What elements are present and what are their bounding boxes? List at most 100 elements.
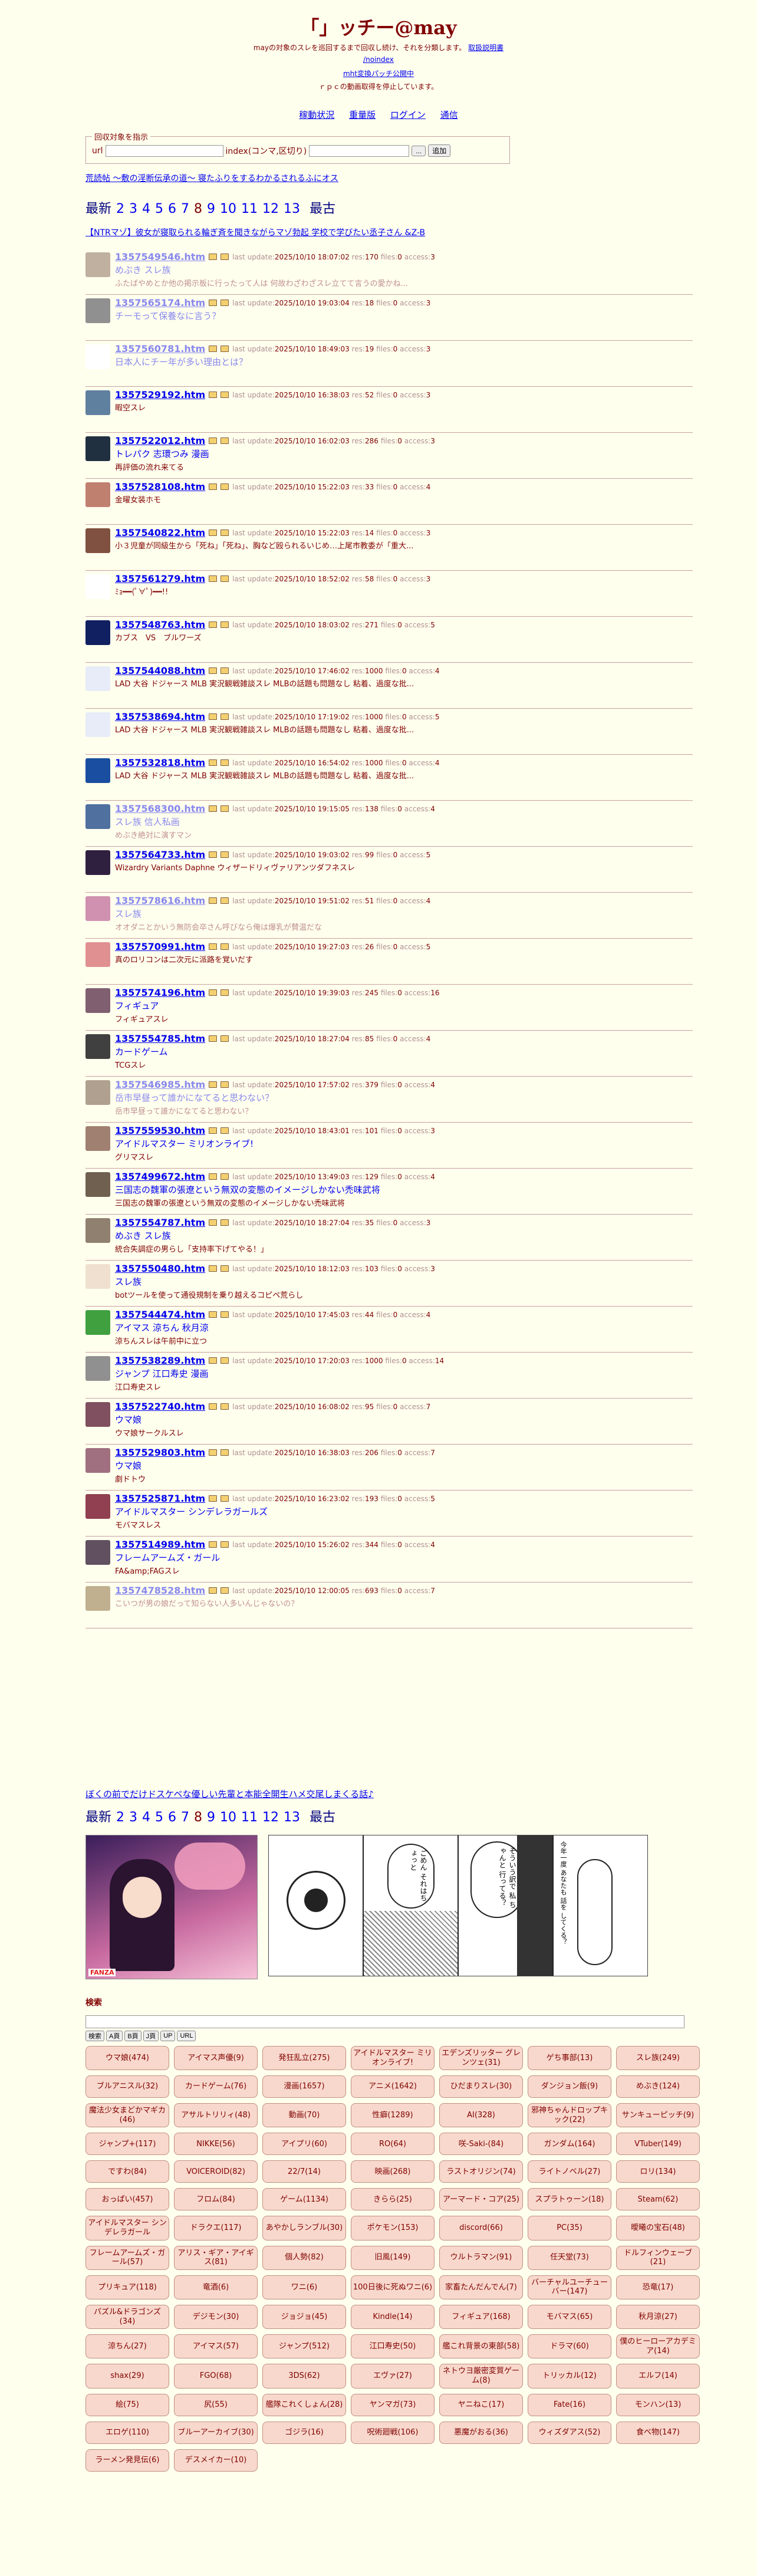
folder-icon[interactable] — [220, 1357, 229, 1364]
tag-button[interactable]: あやかしランブル(30) — [262, 2216, 346, 2241]
tag-button[interactable]: ラストオリジン(74) — [439, 2160, 523, 2183]
pager-oldest[interactable]: 最古 — [310, 1810, 335, 1825]
tag-button[interactable]: ゴジラ(16) — [262, 2421, 346, 2444]
folder-icon[interactable] — [220, 1219, 229, 1226]
tag-button[interactable]: ブルアニスル(32) — [85, 2075, 169, 2098]
thread-link[interactable]: 1357568300.htm — [115, 803, 205, 814]
tag-button[interactable]: 発狂乱立(275) — [262, 2046, 346, 2071]
tag-button[interactable]: エロゲ(110) — [85, 2421, 169, 2444]
tag-button[interactable]: 咲-Saki-(84) — [439, 2133, 523, 2156]
footer-link[interactable]: ぼくの前でだけドスケベな優しい先輩と本能全開生ハメ交尾しまくる話♪ — [85, 1788, 374, 1800]
thread-link[interactable]: 1357554787.htm — [115, 1217, 205, 1228]
folder-icon[interactable] — [220, 575, 229, 582]
thread-link[interactable]: 1357564733.htm — [115, 849, 205, 860]
add-button[interactable]: 追加 — [428, 144, 451, 157]
tag-button[interactable]: Fate(16) — [528, 2393, 611, 2416]
search-button[interactable]: B頁 — [124, 2031, 141, 2041]
tag-button[interactable]: ネトウヨ厳密変質ゲーム(8) — [439, 2364, 523, 2389]
pager-page[interactable]: 12 — [262, 1810, 279, 1825]
tag-button[interactable]: アイマス声優(9) — [174, 2046, 258, 2071]
tag-button[interactable]: スレ族(249) — [616, 2046, 700, 2071]
thread-link[interactable]: 1357528108.htm — [115, 481, 205, 492]
thread-link[interactable]: 1357529192.htm — [115, 389, 205, 400]
thread-link[interactable]: 1357538694.htm — [115, 711, 205, 722]
pager-page[interactable]: 10 — [220, 202, 236, 216]
thread-link[interactable]: 1357522740.htm — [115, 1401, 205, 1412]
pager-page[interactable]: 3 — [129, 1810, 137, 1825]
tag-button[interactable]: 恐竜(17) — [616, 2275, 700, 2299]
thread-title[interactable]: フレームアームズ・ガール — [115, 1551, 693, 1564]
folder-icon[interactable] — [220, 392, 229, 398]
thread-thumbnail[interactable] — [85, 1448, 110, 1473]
thread-title[interactable]: スレ族 — [115, 1275, 693, 1288]
tag-button[interactable]: ジャンプ+(117) — [85, 2133, 169, 2156]
tag-button[interactable]: ですわ(84) — [85, 2160, 169, 2183]
tag-button[interactable]: トリッカル(12) — [528, 2364, 611, 2389]
tag-button[interactable]: スプラトゥーン(18) — [528, 2188, 611, 2211]
thread-title[interactable]: アイドルマスター シンデレラガールズ — [115, 1505, 693, 1518]
thread-thumbnail[interactable] — [85, 298, 110, 323]
ad-banner-manga[interactable]: ごめん それはちょっと そういう訳で 私 ちゃんと 行ってる？ 今年一度 あなた… — [268, 1835, 648, 1976]
thread-thumbnail[interactable] — [85, 896, 110, 921]
noindex-link[interactable]: /noindex — [363, 55, 394, 64]
tag-button[interactable]: 任天堂(73) — [528, 2245, 611, 2270]
tag-button[interactable]: FGO(68) — [174, 2364, 258, 2389]
folder-icon[interactable] — [220, 346, 229, 352]
folder-icon[interactable] — [220, 529, 229, 536]
thread-thumbnail[interactable] — [85, 1034, 110, 1059]
tag-button[interactable]: ドラクエ(117) — [174, 2216, 258, 2241]
thread-title[interactable]: フィギュア — [115, 999, 693, 1012]
tag-button[interactable]: 100日後に死ぬワニ(6) — [351, 2275, 435, 2299]
tag-button[interactable]: 絵(75) — [85, 2393, 169, 2416]
tag-button[interactable]: 江口寿史(50) — [351, 2334, 435, 2359]
tag-button[interactable]: きらら(25) — [351, 2188, 435, 2211]
tag-button[interactable]: エデンズリッター グレンツェ(31) — [439, 2046, 523, 2071]
thread-thumbnail[interactable] — [85, 1172, 110, 1197]
pager-page[interactable]: 5 — [155, 1810, 163, 1825]
thread-link[interactable]: 1357544474.htm — [115, 1309, 205, 1320]
thread-thumbnail[interactable] — [85, 1586, 110, 1611]
thread-link[interactable]: 1357574196.htm — [115, 987, 205, 998]
tag-button[interactable]: 呪術廻戦(106) — [351, 2421, 435, 2444]
thread-title[interactable]: めぶき スレ族 — [115, 264, 693, 276]
thread-link[interactable]: 1357549546.htm — [115, 251, 205, 262]
tag-button[interactable]: 旧風(149) — [351, 2245, 435, 2270]
tag-button[interactable]: デジモン(30) — [174, 2304, 258, 2330]
tag-button[interactable]: 秋月涼(27) — [616, 2304, 700, 2330]
pager-page[interactable]: 7 — [181, 202, 189, 216]
pager-page[interactable]: 6 — [168, 202, 176, 216]
tag-button[interactable]: フィギュア(168) — [439, 2304, 523, 2330]
folder-icon[interactable] — [220, 1265, 229, 1272]
tag-button[interactable]: 22/7(14) — [262, 2160, 346, 2183]
thread-link[interactable]: 1357550480.htm — [115, 1263, 205, 1274]
pager-page[interactable]: 12 — [262, 202, 279, 216]
thread-link[interactable]: 1357522012.htm — [115, 435, 205, 446]
tag-button[interactable]: デスメイカー(10) — [174, 2449, 258, 2472]
folder-icon[interactable] — [220, 713, 229, 720]
thread-thumbnail[interactable] — [85, 1126, 110, 1151]
tag-button[interactable]: エルフ(14) — [616, 2364, 700, 2389]
thread-link[interactable]: 1357560781.htm — [115, 343, 205, 354]
thread-link[interactable]: 1357499672.htm — [115, 1171, 205, 1182]
thread-link[interactable]: 1357546985.htm — [115, 1079, 205, 1090]
tag-button[interactable]: ゲち事部(13) — [528, 2046, 611, 2071]
tag-button[interactable]: 性癖(1289) — [351, 2103, 435, 2128]
nav-comm[interactable]: 通信 — [440, 110, 458, 120]
tag-button[interactable]: 家畜たんだんでん(7) — [439, 2275, 523, 2299]
folder-icon[interactable] — [220, 805, 229, 812]
nav-status[interactable]: 稼動状況 — [299, 110, 334, 120]
tag-button[interactable]: ヤニねこ(17) — [439, 2393, 523, 2416]
thread-thumbnail[interactable] — [85, 758, 110, 783]
folder-icon[interactable] — [220, 1081, 229, 1088]
tag-button[interactable]: 悪魔がおる(36) — [439, 2421, 523, 2444]
pager-page[interactable]: 9 — [207, 1810, 215, 1825]
tag-button[interactable]: ゲーム(1134) — [262, 2188, 346, 2211]
thread-link[interactable]: 1357548763.htm — [115, 619, 205, 630]
thread-title[interactable]: カードゲーム — [115, 1045, 693, 1058]
thread-title[interactable]: アイドルマスター ミリオンライブ! — [115, 1137, 693, 1150]
thread-thumbnail[interactable] — [85, 988, 110, 1013]
tag-button[interactable]: アサルトリリィ(48) — [174, 2103, 258, 2128]
tag-button[interactable]: VOICEROID(82) — [174, 2160, 258, 2183]
thread-link[interactable]: 1357578616.htm — [115, 895, 205, 906]
thread-thumbnail[interactable] — [85, 528, 110, 553]
